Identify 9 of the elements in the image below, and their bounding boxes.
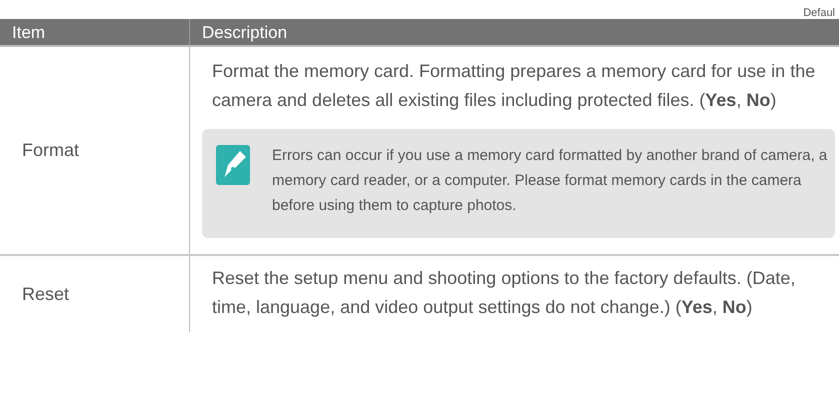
description-text: Reset the setup menu and shooting options to the factory defaults. (Date, time, language, and video output settings do not change.) (Yes, No) [212,267,796,319]
column-header: Item [0,19,190,45]
note-text: Errors can occur if you use a memory card formatted by another brand of camera, a memory card reader, or a computer. Please format memory cards in the camera before using them to capture photos. [272,146,828,216]
item-cell-text: Reset [22,282,70,306]
description-text: Format the memory card. Formatting prepares a memory card for use in the camera and deletes all existing files including protected files. (Yes, No) [212,60,816,112]
item-cell-text: Format [22,139,80,162]
pen-nib-icon [216,145,250,185]
column-header: Description [201,22,288,44]
page-label: Defaul [803,7,835,19]
